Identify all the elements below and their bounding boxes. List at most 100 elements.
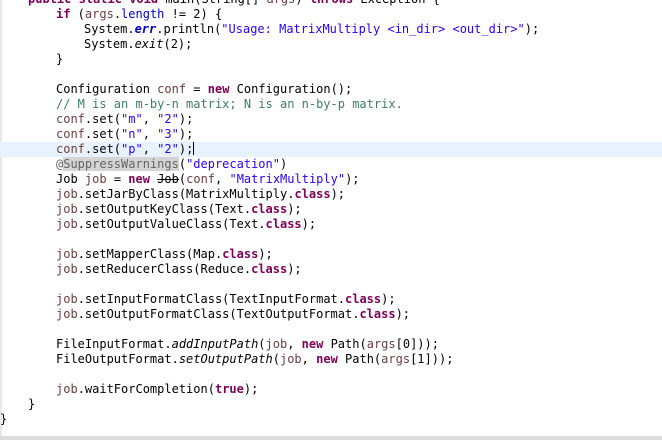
- code-token: // M is an m-by-n matrix; N is an n-by-p…: [56, 97, 403, 111]
- code-token: Path(: [337, 352, 382, 366]
- code-token: .println(: [156, 22, 222, 36]
- code-token: }: [56, 52, 64, 66]
- code-line[interactable]: conf.set("m", "2");: [0, 112, 662, 127]
- code-token: .setJarByClass(MatrixMultiply.: [77, 187, 295, 201]
- code-token: .set(: [84, 142, 122, 156]
- code-token: .set(: [84, 127, 122, 141]
- code-line[interactable]: System.exit(2);: [0, 37, 662, 52]
- code-token: "2": [157, 112, 179, 126]
- code-token: );: [287, 262, 302, 276]
- code-line[interactable]: job.waitForCompletion(true);: [0, 382, 662, 397]
- code-token: "p": [121, 142, 143, 156]
- code-token: [1]));: [410, 352, 454, 366]
- code-token: .setOutputValueClass(Text.: [77, 217, 266, 231]
- code-line[interactable]: job.setOutputKeyClass(Text.class);: [0, 202, 662, 217]
- code-token: new: [128, 172, 150, 186]
- code-line[interactable]: }: [0, 397, 662, 412]
- code-line[interactable]: }: [0, 52, 662, 67]
- code-line[interactable]: // M is an m-by-n matrix; N is an n-by-p…: [0, 97, 662, 112]
- code-token: );: [287, 202, 302, 216]
- code-token: ,: [215, 172, 230, 186]
- code-token: public: [28, 0, 71, 6]
- code-token: args: [381, 352, 411, 366]
- code-line[interactable]: job.setMapperClass(Map.class);: [0, 247, 662, 262]
- code-token: new: [207, 82, 230, 96]
- code-token: job: [56, 202, 78, 216]
- code-token: (: [178, 157, 187, 171]
- code-token: "Usage: MatrixMultiply <in_dir> <out_dir…: [221, 22, 525, 36]
- code-line[interactable]: [0, 367, 662, 382]
- code-token: );: [395, 307, 411, 321]
- code-token: Exception {: [353, 0, 439, 6]
- code-token: class: [345, 292, 382, 306]
- code-token: if: [56, 7, 71, 21]
- code-line[interactable]: if (args.length != 2) {: [0, 7, 662, 22]
- code-line[interactable]: FileOutputFormat.setOutputPath(job, new …: [0, 352, 662, 367]
- code-token: conf: [157, 82, 187, 96]
- code-token: .setReducerClass(Reduce.: [77, 262, 252, 276]
- code-line[interactable]: conf.set("n", "3");: [0, 127, 662, 142]
- code-line[interactable]: job.setReducerClass(Reduce.class);: [0, 262, 662, 277]
- code-token: "2": [157, 142, 179, 156]
- code-token: conf: [56, 142, 85, 156]
- code-token: conf: [186, 172, 216, 186]
- code-token: static: [79, 0, 122, 6]
- code-line[interactable]: [0, 67, 662, 82]
- code-token: job: [56, 262, 78, 276]
- code-token: args: [84, 7, 114, 21]
- code-token: ,: [142, 127, 158, 141]
- code-token: ,: [142, 142, 158, 156]
- code-line[interactable]: [0, 232, 662, 247]
- code-token: Job: [56, 172, 85, 186]
- code-token: .set(: [84, 112, 122, 126]
- code-line[interactable]: Job job = new Job(conf, "MatrixMultiply"…: [0, 172, 662, 187]
- code-token: conf: [56, 127, 85, 141]
- code-token: throws: [310, 0, 353, 6]
- code-token: );: [178, 112, 194, 126]
- code-token: Configuration();: [229, 82, 353, 96]
- code-token: ,: [301, 352, 317, 366]
- code-token: System.: [84, 22, 135, 36]
- code-line[interactable]: job.setOutputValueClass(Text.class);: [0, 217, 662, 232]
- code-token: (: [258, 337, 266, 351]
- code-token: class: [294, 187, 331, 201]
- code-token: =: [106, 172, 129, 186]
- code-token: .setInputFormatClass(TextInputFormat.: [77, 292, 345, 306]
- code-line[interactable]: job.setJarByClass(MatrixMultiply.class);: [0, 187, 662, 202]
- code-editor[interactable]: public static void main(String[] args) t…: [0, 0, 662, 440]
- code-token: }: [0, 412, 8, 426]
- code-token: .setOutputKeyClass(Text.: [77, 202, 252, 216]
- code-token: void: [129, 0, 158, 6]
- code-token: job: [84, 172, 107, 186]
- code-token: .setOutputFormatClass(TextOutputFormat.: [77, 307, 360, 321]
- code-token: =: [186, 82, 208, 96]
- code-token: job: [56, 217, 78, 231]
- code-line[interactable]: System.err.println("Usage: MatrixMultipl…: [0, 22, 662, 37]
- code-token: );: [345, 172, 360, 186]
- code-token: "deprecation": [186, 157, 280, 171]
- code-line[interactable]: }: [0, 412, 662, 427]
- code-token: Path(: [323, 337, 367, 351]
- code-token: main(String[]: [158, 0, 266, 6]
- code-line[interactable]: [0, 277, 662, 292]
- code-token: [0]));: [395, 337, 439, 351]
- code-line[interactable]: job.setInputFormatClass(TextInputFormat.…: [0, 292, 662, 307]
- code-token: ,: [287, 337, 302, 351]
- code-token: args: [366, 337, 396, 351]
- code-token: );: [301, 217, 317, 231]
- code-token: err: [134, 22, 157, 36]
- code-token: Job: [157, 172, 179, 186]
- code-line[interactable]: [0, 322, 662, 337]
- code-line[interactable]: public static void main(String[] args) t…: [0, 0, 662, 7]
- code-token: System.: [84, 37, 135, 51]
- code-line[interactable]: conf.set("p", "2");: [0, 142, 662, 157]
- code-line[interactable]: Configuration conf = new Configuration()…: [0, 82, 662, 97]
- code-line[interactable]: FileInputFormat.addInputPath(job, new Pa…: [0, 337, 662, 352]
- code-line[interactable]: @SuppressWarnings("deprecation"): [0, 157, 662, 172]
- code-line[interactable]: job.setOutputFormatClass(TextOutputForma…: [0, 307, 662, 322]
- code-token: }: [28, 397, 36, 411]
- code-token: job: [56, 247, 78, 261]
- code-token: );: [178, 142, 194, 156]
- code-token: .: [113, 7, 122, 21]
